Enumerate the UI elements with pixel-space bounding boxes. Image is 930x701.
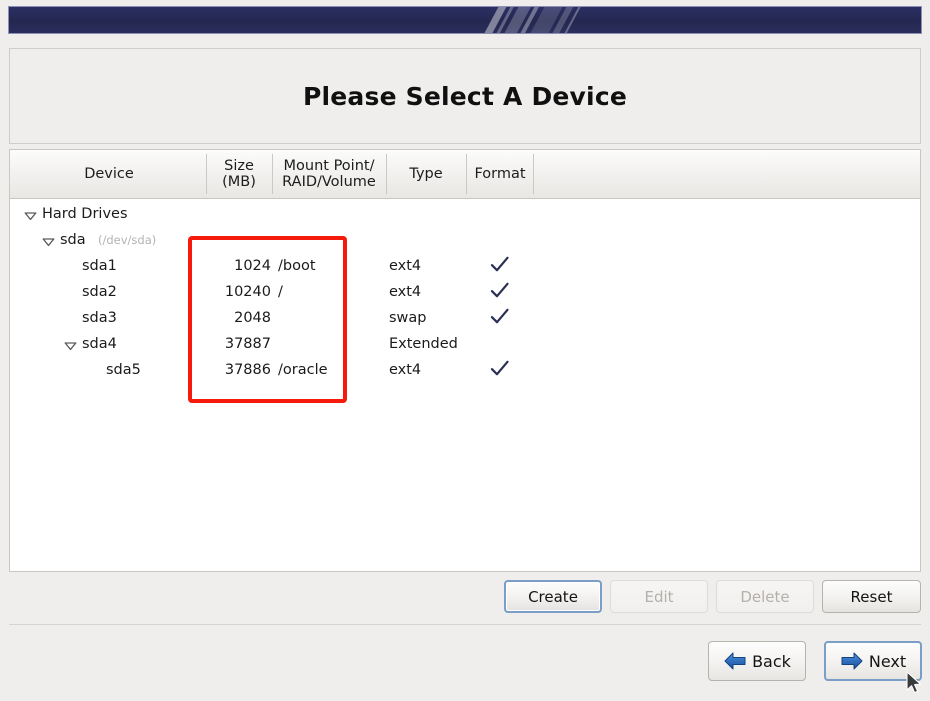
delete-button: Delete — [716, 580, 814, 613]
table-header-row: Device Size (MB) Mount Point/RAID/Volume Typ… — [10, 150, 920, 199]
check-icon — [490, 282, 510, 303]
column-header-format[interactable]: Format — [467, 150, 533, 198]
cell-device[interactable]: sda1 — [12, 253, 206, 279]
device-label: sda2 — [82, 284, 117, 300]
title-panel: Please Select A Device — [9, 48, 921, 144]
edit-button: Edit — [610, 580, 708, 613]
check-icon — [490, 360, 510, 381]
table-row[interactable]: sda5 37886/oracle ext4 — [10, 357, 920, 383]
cell-device[interactable]: sda4 — [12, 331, 206, 357]
device-label: sda5 — [106, 362, 141, 378]
next-button-label: Next — [868, 651, 907, 671]
decorative-banner — [8, 6, 922, 34]
tree-expander-expanded-icon[interactable] — [42, 235, 55, 251]
column-divider[interactable] — [533, 154, 534, 194]
page-title: Please Select A Device — [302, 81, 628, 111]
cell-size: 1024 — [234, 258, 271, 274]
column-header-type[interactable]: Type — [387, 150, 465, 198]
cell-mount-point: /boot — [278, 258, 316, 274]
reset-button[interactable]: Reset — [822, 580, 921, 613]
cell-format[interactable] — [467, 253, 533, 279]
arrow-left-icon — [723, 651, 747, 671]
cell-mount-point — [278, 305, 390, 331]
cell-type: swap — [389, 310, 427, 326]
create-button[interactable]: Create — [504, 580, 602, 613]
cell-device[interactable]: sda3 — [12, 305, 206, 331]
device-label: sda1 — [82, 258, 117, 274]
tree-expander-expanded-icon[interactable] — [24, 209, 37, 225]
column-header-device[interactable]: Device — [12, 150, 206, 198]
cell-size: 10240 — [224, 284, 271, 300]
column-header-size[interactable]: Size (MB) — [207, 150, 271, 198]
cell-mount-point — [278, 331, 390, 357]
device-label: sda4 — [82, 336, 117, 352]
cell-device[interactable]: sda5 — [12, 357, 206, 383]
device-tree-panel[interactable]: Device Size (MB) Mount Point/RAID/Volume Typ… — [9, 149, 921, 572]
cell-size — [207, 227, 271, 253]
check-icon — [490, 308, 510, 329]
cell-format[interactable] — [467, 357, 533, 383]
column-header-mount-text: Mount Point/RAID/Volume — [282, 157, 376, 190]
table-row[interactable]: sda2 10240 / ext4 — [10, 279, 920, 305]
cell-format[interactable] — [467, 279, 533, 305]
column-header-mount[interactable]: Mount Point/RAID/Volume — [273, 150, 385, 198]
cell-format[interactable] — [467, 201, 533, 227]
column-divider[interactable] — [466, 154, 467, 194]
cell-mount-point: / — [278, 284, 283, 300]
column-header-format-text: Format — [474, 165, 526, 182]
footer-divider — [9, 624, 921, 625]
table-row[interactable]: sda (/dev/sda) — [10, 227, 920, 253]
cell-device[interactable]: sda2 — [12, 279, 206, 305]
table-row[interactable]: sda1 1024/boot ext4 — [10, 253, 920, 279]
cell-format[interactable] — [467, 305, 533, 331]
cell-mount-point — [278, 227, 390, 253]
device-label: sda3 — [82, 310, 117, 326]
device-label: Hard Drives — [42, 206, 128, 222]
table-row[interactable]: Hard Drives — [10, 201, 920, 227]
partition-action-bar: Create Edit Delete Reset — [0, 578, 930, 622]
column-divider[interactable] — [386, 154, 387, 194]
cell-size: 2048 — [234, 310, 271, 326]
cell-format[interactable] — [467, 331, 533, 357]
column-header-size-text: Size (MB) — [222, 157, 256, 190]
cell-device[interactable]: sda (/dev/sda) — [12, 227, 206, 253]
column-header-type-text: Type — [409, 165, 443, 182]
cell-type — [389, 201, 467, 227]
cell-type: Extended — [389, 336, 458, 352]
tree-expander-expanded-icon[interactable] — [64, 339, 77, 355]
wizard-navigation-bar: Back Next — [0, 638, 930, 688]
column-header-device-text: Device — [84, 165, 134, 182]
check-icon — [490, 256, 510, 277]
cell-size: 37886 — [224, 362, 271, 378]
column-divider[interactable] — [206, 154, 207, 194]
back-button-label: Back — [752, 651, 791, 671]
cell-mount-point — [278, 201, 390, 227]
arrow-right-icon — [840, 651, 864, 671]
cell-size: 37887 — [224, 336, 271, 352]
cell-device[interactable]: Hard Drives — [12, 201, 206, 227]
back-button[interactable]: Back — [708, 641, 806, 681]
cell-type: ext4 — [389, 258, 422, 274]
cell-type: ext4 — [389, 284, 422, 300]
table-body[interactable]: Hard Drives sda (/dev/sda) sda1 1024/boot ext… — [10, 199, 920, 571]
device-path: (/dev/sda) — [98, 233, 157, 247]
table-row[interactable]: sda3 2048 swap — [10, 305, 920, 331]
device-label: sda — [60, 232, 86, 248]
cell-type: ext4 — [389, 362, 422, 378]
table-row[interactable]: sda4 37887 Extended — [10, 331, 920, 357]
cell-mount-point: /oracle — [278, 362, 328, 378]
cell-type — [389, 227, 467, 253]
column-divider[interactable] — [272, 154, 273, 194]
cell-size — [207, 201, 271, 227]
next-button[interactable]: Next — [824, 641, 922, 681]
cell-format[interactable] — [467, 227, 533, 253]
